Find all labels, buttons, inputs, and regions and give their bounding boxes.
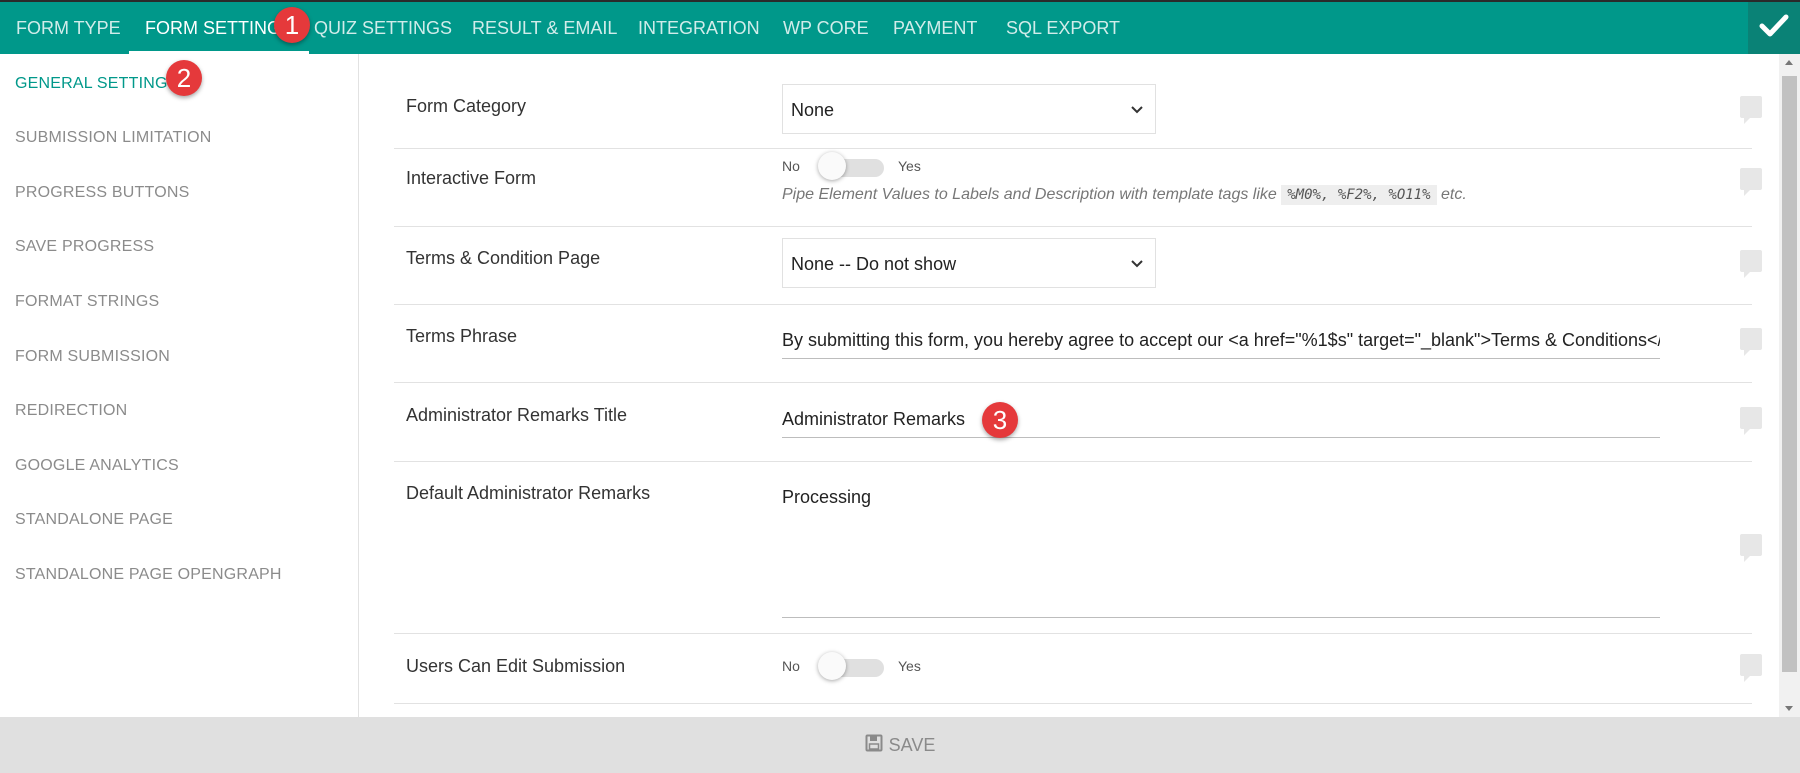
terms-page-select[interactable]: None -- Do not show	[782, 238, 1156, 288]
setting-row-terms-page: Terms & Condition Page None -- Do not sh…	[394, 226, 1762, 305]
form-category-select[interactable]: None	[782, 84, 1156, 134]
setting-row-users-can-edit: Users Can Edit Submission No Yes	[394, 633, 1762, 704]
scrollbar-thumb[interactable]	[1782, 76, 1797, 672]
help-icon[interactable]	[1740, 250, 1762, 278]
tab-integration[interactable]: INTEGRATION	[638, 2, 760, 54]
help-icon[interactable]	[1740, 407, 1762, 435]
top-tab-bar: FORM TYPE FORM SETTINGS QUIZ SETTINGS RE…	[0, 0, 1800, 54]
tab-quiz-settings[interactable]: QUIZ SETTINGS	[314, 2, 452, 54]
vertical-scrollbar[interactable]	[1779, 54, 1800, 717]
terms-phrase-input[interactable]: By submitting this form, you hereby agre…	[782, 330, 1660, 359]
toggle-knob	[818, 652, 846, 680]
annotation-badge-3: 3	[982, 402, 1018, 438]
sidebar-item-format-strings[interactable]: FORMAT STRINGS	[15, 293, 159, 311]
confirm-button[interactable]	[1748, 2, 1800, 54]
setting-label: Terms & Condition Page	[406, 248, 601, 268]
setting-row-default-admin-remarks: Default Administrator Remarks Processing	[394, 461, 1762, 634]
tab-form-type[interactable]: FORM TYPE	[16, 2, 121, 54]
toggle-off-label: No	[782, 158, 800, 174]
template-tags-code: %M0%, %F2%, %O11%	[1281, 185, 1437, 205]
default-admin-remarks-textarea[interactable]: Processing	[782, 487, 1660, 618]
save-label: SAVE	[888, 734, 936, 755]
checkmark-icon	[1759, 13, 1789, 44]
toggle-off-label: No	[782, 658, 800, 674]
setting-label: Administrator Remarks Title	[406, 405, 628, 425]
setting-row-interactive-form: Interactive Form No Yes Pipe Element Val…	[394, 148, 1762, 227]
toggle-on-label: Yes	[898, 158, 921, 174]
tab-wp-core[interactable]: WP CORE	[783, 2, 869, 54]
setting-label: Terms Phrase	[406, 326, 518, 346]
help-icon[interactable]	[1740, 96, 1762, 124]
select-value: None -- Do not show	[791, 254, 957, 274]
chevron-down-icon	[1129, 255, 1145, 276]
annotation-badge-2: 2	[166, 60, 202, 96]
sidebar-item-standalone-page[interactable]: STANDALONE PAGE	[15, 511, 173, 529]
sidebar-item-standalone-page-opengraph[interactable]: STANDALONE PAGE OPENGRAPH	[15, 566, 282, 584]
help-icon[interactable]	[1740, 534, 1762, 562]
tab-result-email[interactable]: RESULT & EMAIL	[472, 2, 617, 54]
admin-remarks-title-input[interactable]: Administrator Remarks	[782, 409, 1660, 438]
sidebar-item-form-submission[interactable]: FORM SUBMISSION	[15, 348, 170, 366]
toggle-on-label: Yes	[898, 658, 921, 674]
annotation-badge-1: 1	[274, 7, 310, 43]
footer-bar: SAVE	[0, 717, 1800, 773]
save-button[interactable]: SAVE	[865, 734, 936, 757]
setting-row-admin-remarks-title: Administrator Remarks Title Administrato…	[394, 382, 1762, 462]
sidebar-item-google-analytics[interactable]: GOOGLE ANALYTICS	[15, 457, 179, 475]
setting-row-form-category: Form Category None	[394, 54, 1762, 149]
interactive-form-toggle[interactable]: No Yes	[782, 152, 942, 180]
setting-label: Form Category	[406, 96, 527, 116]
sidebar-item-general-settings[interactable]: GENERAL SETTINGS	[15, 75, 179, 93]
tab-payment[interactable]: PAYMENT	[893, 2, 977, 54]
sidebar-item-progress-buttons[interactable]: PROGRESS BUTTONS	[15, 184, 190, 202]
toggle-knob	[818, 152, 846, 180]
scroll-down-icon[interactable]	[1785, 706, 1793, 711]
help-icon[interactable]	[1740, 168, 1762, 196]
settings-sidebar: GENERAL SETTINGS SUBMISSION LIMITATION P…	[0, 54, 359, 717]
setting-label: Interactive Form	[406, 168, 537, 188]
help-icon[interactable]	[1740, 654, 1762, 682]
sidebar-item-redirection[interactable]: REDIRECTION	[15, 402, 127, 420]
scroll-up-icon[interactable]	[1785, 60, 1793, 65]
users-can-edit-toggle[interactable]: No Yes	[782, 652, 942, 680]
select-value: None	[791, 100, 835, 120]
setting-label: Default Administrator Remarks	[406, 483, 651, 503]
description-text: Pipe Element Values to Labels and Descri…	[782, 186, 1277, 203]
help-icon[interactable]	[1740, 328, 1762, 356]
sidebar-item-save-progress[interactable]: SAVE PROGRESS	[15, 238, 154, 256]
tab-sql-export[interactable]: SQL EXPORT	[1006, 2, 1120, 54]
floppy-disk-icon	[865, 734, 883, 757]
setting-row-terms-phrase: Terms Phrase By submitting this form, yo…	[394, 304, 1762, 383]
sidebar-item-submission-limitation[interactable]: SUBMISSION LIMITATION	[15, 129, 212, 147]
setting-label: Users Can Edit Submission	[406, 656, 626, 676]
description-suffix: etc.	[1441, 186, 1467, 203]
interactive-form-description: Pipe Element Values to Labels and Descri…	[782, 185, 1467, 205]
chevron-down-icon	[1129, 101, 1145, 122]
settings-panel: Form Category None Interactive Form No Y…	[360, 54, 1780, 717]
